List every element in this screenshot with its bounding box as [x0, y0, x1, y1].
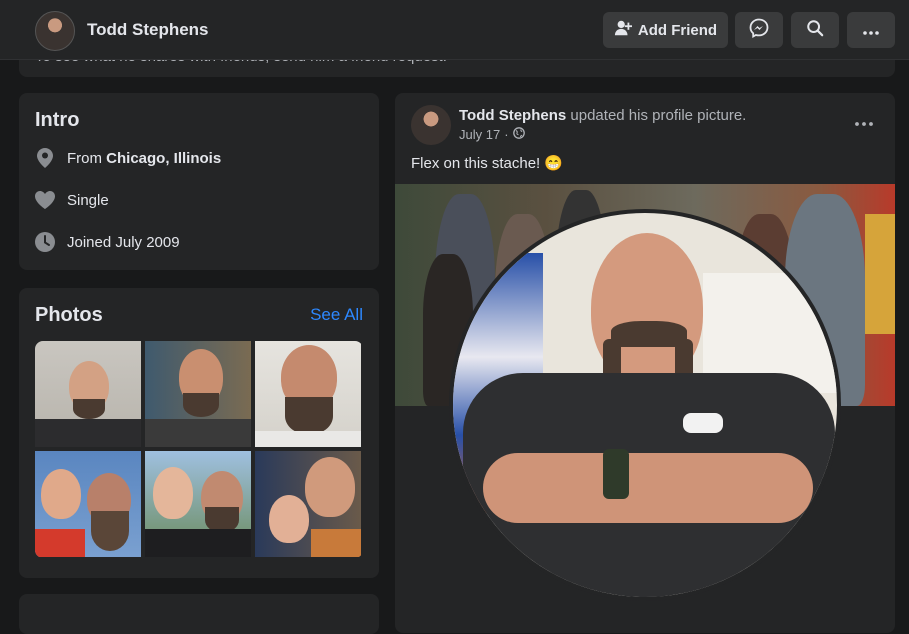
photo-thumbnail[interactable]: [145, 451, 251, 557]
more-options-button[interactable]: [847, 12, 895, 48]
messenger-button[interactable]: [735, 12, 783, 48]
location-pin-icon: [35, 148, 55, 168]
intro-joined-text: Joined July 2009: [67, 233, 180, 251]
profile-picture[interactable]: [449, 209, 841, 601]
post-text: Flex on this stache! 😁: [411, 155, 564, 172]
profile-picture-post: Todd Stephens updated his profile pictur…: [395, 93, 895, 633]
friends-card: [19, 594, 379, 634]
photo-thumbnail[interactable]: [35, 451, 141, 557]
add-friend-button[interactable]: Add Friend: [603, 12, 728, 48]
see-all-photos-link[interactable]: See All: [310, 305, 363, 325]
intro-hometown-link[interactable]: Chicago, Illinois: [106, 150, 221, 167]
person-plus-icon: [614, 19, 632, 41]
search-icon: [806, 19, 824, 41]
photos-card: Photos See All: [19, 288, 379, 578]
post-author-avatar[interactable]: [411, 105, 451, 145]
post-meta: July 17 ·: [459, 127, 525, 142]
photo-thumbnail[interactable]: [255, 341, 361, 447]
ellipsis-icon: [863, 22, 879, 39]
intro-title: Intro: [35, 109, 80, 131]
intro-hometown: From Chicago, Illinois: [35, 148, 221, 168]
intro-relationship: Single: [35, 190, 109, 210]
photo-thumbnail[interactable]: [35, 341, 141, 447]
globe-icon: [512, 127, 525, 142]
messenger-icon: [749, 18, 769, 42]
intro-card: Intro From Chicago, Illinois Single Join…: [19, 93, 379, 270]
intro-joined: Joined July 2009: [35, 232, 180, 252]
search-button[interactable]: [791, 12, 839, 48]
post-author-name[interactable]: Todd Stephens: [459, 107, 566, 124]
post-action-text: updated his profile picture.: [566, 107, 747, 124]
ellipsis-icon: [855, 113, 873, 130]
profile-avatar[interactable]: [35, 11, 75, 51]
photos-title: Photos: [35, 304, 103, 326]
photo-thumbnail[interactable]: [255, 451, 361, 557]
post-options-button[interactable]: [855, 113, 873, 131]
add-friend-label: Add Friend: [637, 21, 718, 39]
profile-header-bar: Todd Stephens Add Friend: [0, 0, 909, 60]
heart-icon: [35, 190, 55, 210]
intro-relationship-text: Single: [67, 191, 109, 209]
photo-thumbnail[interactable]: [145, 341, 251, 447]
post-date-separator: ·: [504, 127, 509, 142]
photo-grid: [35, 341, 363, 558]
clock-icon: [35, 232, 55, 252]
intro-from-prefix: From: [67, 149, 107, 167]
post-date[interactable]: July 17: [459, 127, 500, 142]
profile-name[interactable]: Todd Stephens: [87, 20, 209, 40]
